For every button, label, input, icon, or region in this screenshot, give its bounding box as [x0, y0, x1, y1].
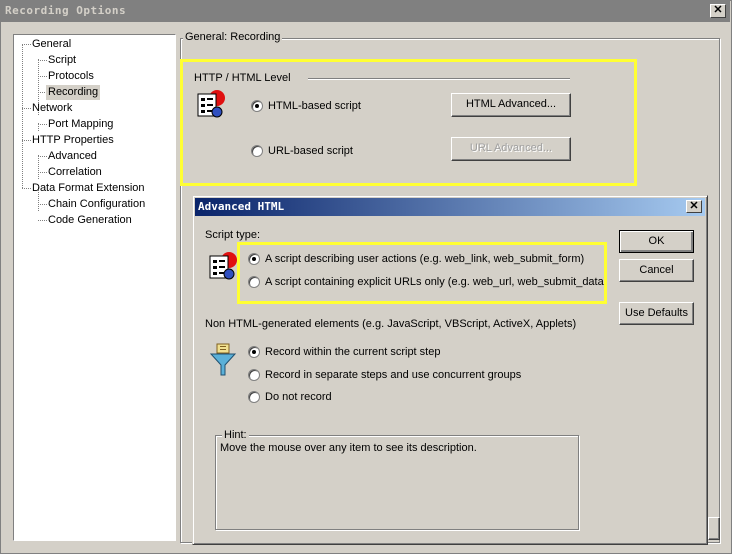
tree-item-data-format-extension[interactable]: Data Format Extension: [30, 181, 147, 196]
close-icon: ✕: [713, 4, 723, 16]
dialog-titlebar[interactable]: Advanced HTML: [195, 198, 705, 216]
outer-titlebar[interactable]: Recording Options: [0, 0, 730, 22]
tree-item-advanced[interactable]: Advanced: [46, 149, 99, 164]
script-type-label: Script type:: [205, 229, 261, 241]
outer-bottom-button[interactable]: [708, 517, 720, 540]
do-not-record-label[interactable]: Do not record: [265, 391, 332, 403]
ok-button[interactable]: OK: [619, 230, 694, 253]
dialog-close-button[interactable]: ✕: [686, 200, 702, 213]
close-icon: ✕: [689, 200, 699, 212]
general-recording-title: General: Recording: [183, 31, 283, 43]
hint-text: Move the mouse over any item to see its …: [220, 442, 477, 454]
script-type-icon: [209, 252, 237, 280]
tree-item-correlation[interactable]: Correlation: [46, 165, 104, 180]
non-html-label: Non HTML-generated elements (e.g. JavaSc…: [205, 318, 577, 330]
tree-item-port-mapping[interactable]: Port Mapping: [46, 117, 115, 132]
highlight-http-level: [180, 59, 637, 186]
record-separate-steps-label[interactable]: Record in separate steps and use concurr…: [265, 369, 521, 381]
tree-item-network[interactable]: Network: [30, 101, 74, 116]
highlight-script-type: [237, 242, 607, 304]
do-not-record-radio[interactable]: [248, 391, 260, 403]
tree-item-code-generation[interactable]: Code Generation: [46, 213, 134, 228]
tree-branch-line: [38, 155, 39, 179]
record-current-step-label[interactable]: Record within the current script step: [265, 346, 440, 358]
record-current-step-radio[interactable]: [248, 346, 260, 358]
cancel-button[interactable]: Cancel: [619, 259, 694, 282]
hint-title: Hint:: [222, 429, 249, 441]
tree-item-http-properties[interactable]: HTTP Properties: [30, 133, 116, 148]
tree-item-general[interactable]: General: [30, 37, 73, 52]
use-defaults-button[interactable]: Use Defaults: [619, 302, 694, 325]
tree-item-script[interactable]: Script: [46, 53, 78, 68]
tree-item-recording[interactable]: Recording: [46, 85, 101, 100]
tree-root-line: [22, 44, 23, 188]
tree-item-protocols[interactable]: Protocols: [46, 69, 96, 84]
options-tree[interactable]: General Script Protocols Recording Netwo…: [13, 34, 176, 541]
outer-window-title: Recording Options: [5, 4, 127, 17]
filter-icon: [209, 343, 237, 376]
tree-item-chain-configuration[interactable]: Chain Configuration: [46, 197, 147, 212]
record-separate-steps-radio[interactable]: [248, 369, 260, 381]
outer-close-button[interactable]: ✕: [710, 4, 726, 18]
dialog-title: Advanced HTML: [198, 200, 285, 213]
